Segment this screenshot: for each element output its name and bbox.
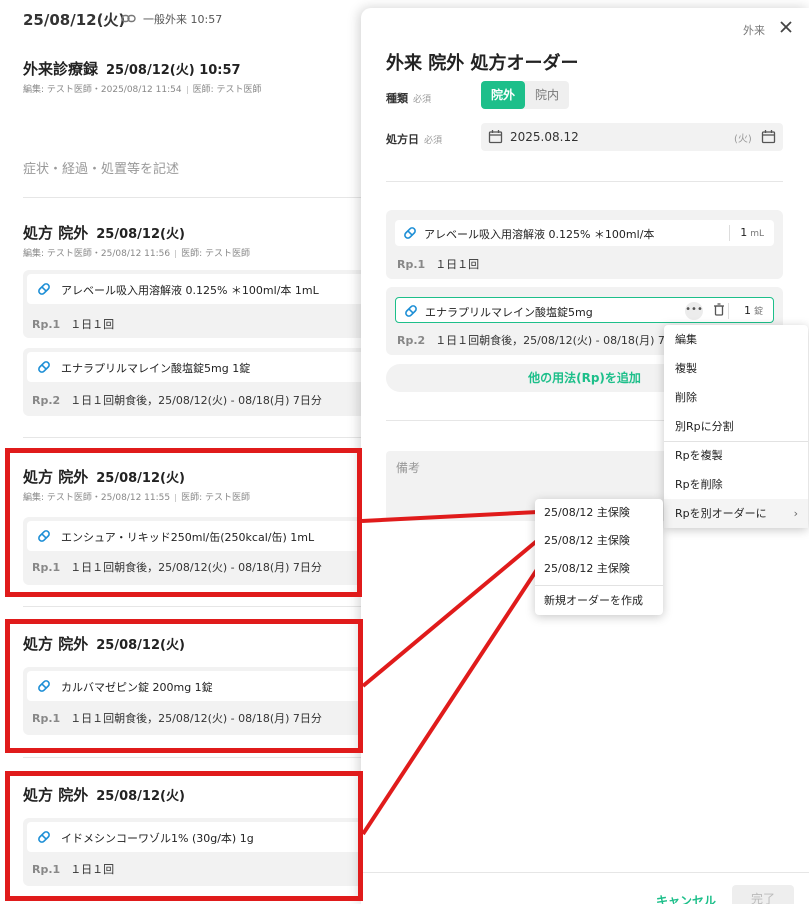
submenu-new-order[interactable]: 新規オーダーを作成 <box>535 586 663 615</box>
menu-item-split-rp[interactable]: 別Rpに分割 <box>664 412 808 441</box>
context-menu: 編集 複製 削除 別Rpに分割 Rpを複製 Rpを削除 Rpを別オーダーに › <box>664 325 808 528</box>
menu-item-move-rp[interactable]: Rpを別オーダーに › <box>664 499 808 528</box>
chevron-right-icon: › <box>793 507 798 520</box>
submenu-order[interactable]: 25/08/12 主保険 <box>535 555 663 583</box>
menu-item-duplicate[interactable]: 複製 <box>664 354 808 383</box>
submenu-order[interactable]: 25/08/12 主保険 <box>535 499 663 527</box>
move-rp-submenu: 25/08/12 主保険 25/08/12 主保険 25/08/12 主保険 新… <box>535 499 663 615</box>
menu-item-edit[interactable]: 編集 <box>664 325 808 354</box>
submenu-order[interactable]: 25/08/12 主保険 <box>535 527 663 555</box>
menu-item-delete[interactable]: 削除 <box>664 383 808 412</box>
menu-item-duplicate-rp[interactable]: Rpを複製 <box>664 441 808 470</box>
menu-item-delete-rp[interactable]: Rpを削除 <box>664 470 808 499</box>
